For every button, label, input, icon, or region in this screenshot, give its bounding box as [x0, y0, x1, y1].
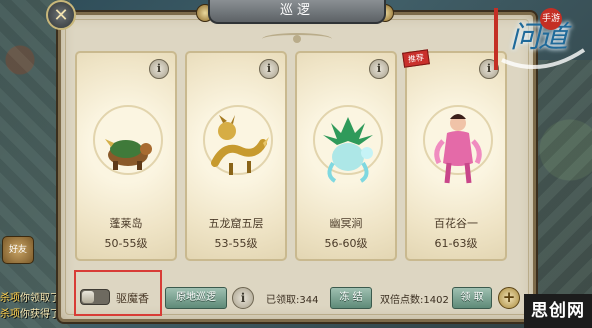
logo-seal: 手游	[540, 8, 562, 30]
close-button[interactable]: ✕	[46, 0, 76, 30]
patrol-card-penglai[interactable]: i 蓬莱岛 50-55级	[75, 51, 177, 261]
right-scenery	[532, 60, 592, 300]
chat-sender: 杀项	[0, 293, 20, 304]
double-points-count: 双倍点数:1402	[380, 295, 449, 306]
incense-toggle-label: 驱魔香	[116, 292, 149, 305]
toggle-knob	[82, 291, 94, 303]
info-icon[interactable]: i	[259, 59, 279, 79]
card-name: 幽冥涧	[329, 217, 363, 230]
title-flourish-dot	[293, 35, 301, 43]
claimed-count: 已领取:344	[266, 295, 319, 306]
patrol-here-button[interactable]: 原地巡逻	[165, 287, 227, 309]
friends-label: 好友	[8, 245, 27, 255]
plus-icon[interactable]: +	[498, 287, 520, 309]
info-icon[interactable]: i	[369, 59, 389, 79]
friends-button[interactable]: 好友	[2, 236, 34, 264]
patrol-card-youmingjian[interactable]: i 幽冥涧 56-60级	[295, 51, 397, 261]
window-title-text: 巡逻	[279, 3, 314, 18]
freeze-button[interactable]: 冻 结	[330, 287, 372, 309]
card-level: 61-63级	[434, 237, 478, 250]
turtle-beast-icon	[105, 139, 152, 170]
card-name: 蓬莱岛	[109, 217, 143, 230]
claim-button[interactable]: 领 取	[452, 287, 492, 309]
patrol-card-baihuagu[interactable]: 推荐 i 百花谷一 61-63级	[402, 49, 507, 261]
card-level: 50-55级	[104, 237, 148, 250]
chat-line: 杀项你领取了	[0, 289, 60, 304]
green-spirit-icon	[323, 117, 373, 183]
card-level: 53-55级	[214, 237, 258, 250]
chat-line: 杀项你获得了	[0, 305, 60, 320]
card-name: 五龙窟五层	[208, 217, 264, 230]
info-icon[interactable]: i	[149, 59, 169, 79]
watermark: 思创网	[524, 294, 592, 328]
flower-fairy-icon	[434, 114, 482, 184]
chat-text: 你获得了	[20, 309, 60, 320]
chat-sender: 杀项	[0, 309, 20, 320]
info-icon[interactable]: i	[232, 287, 254, 309]
close-icon: ✕	[53, 5, 69, 26]
recommend-badge: 推荐	[402, 49, 430, 68]
card-name: 百花谷一	[434, 217, 478, 230]
golden-dragon-icon	[211, 115, 269, 175]
incense-toggle[interactable]	[80, 289, 110, 305]
window-title: 巡逻	[208, 0, 386, 24]
card-level: 56-60级	[324, 237, 368, 250]
patrol-card-wulongku[interactable]: i 五龙窟五层 53-55级	[185, 51, 287, 261]
chat-text: 你领取了	[20, 293, 60, 304]
